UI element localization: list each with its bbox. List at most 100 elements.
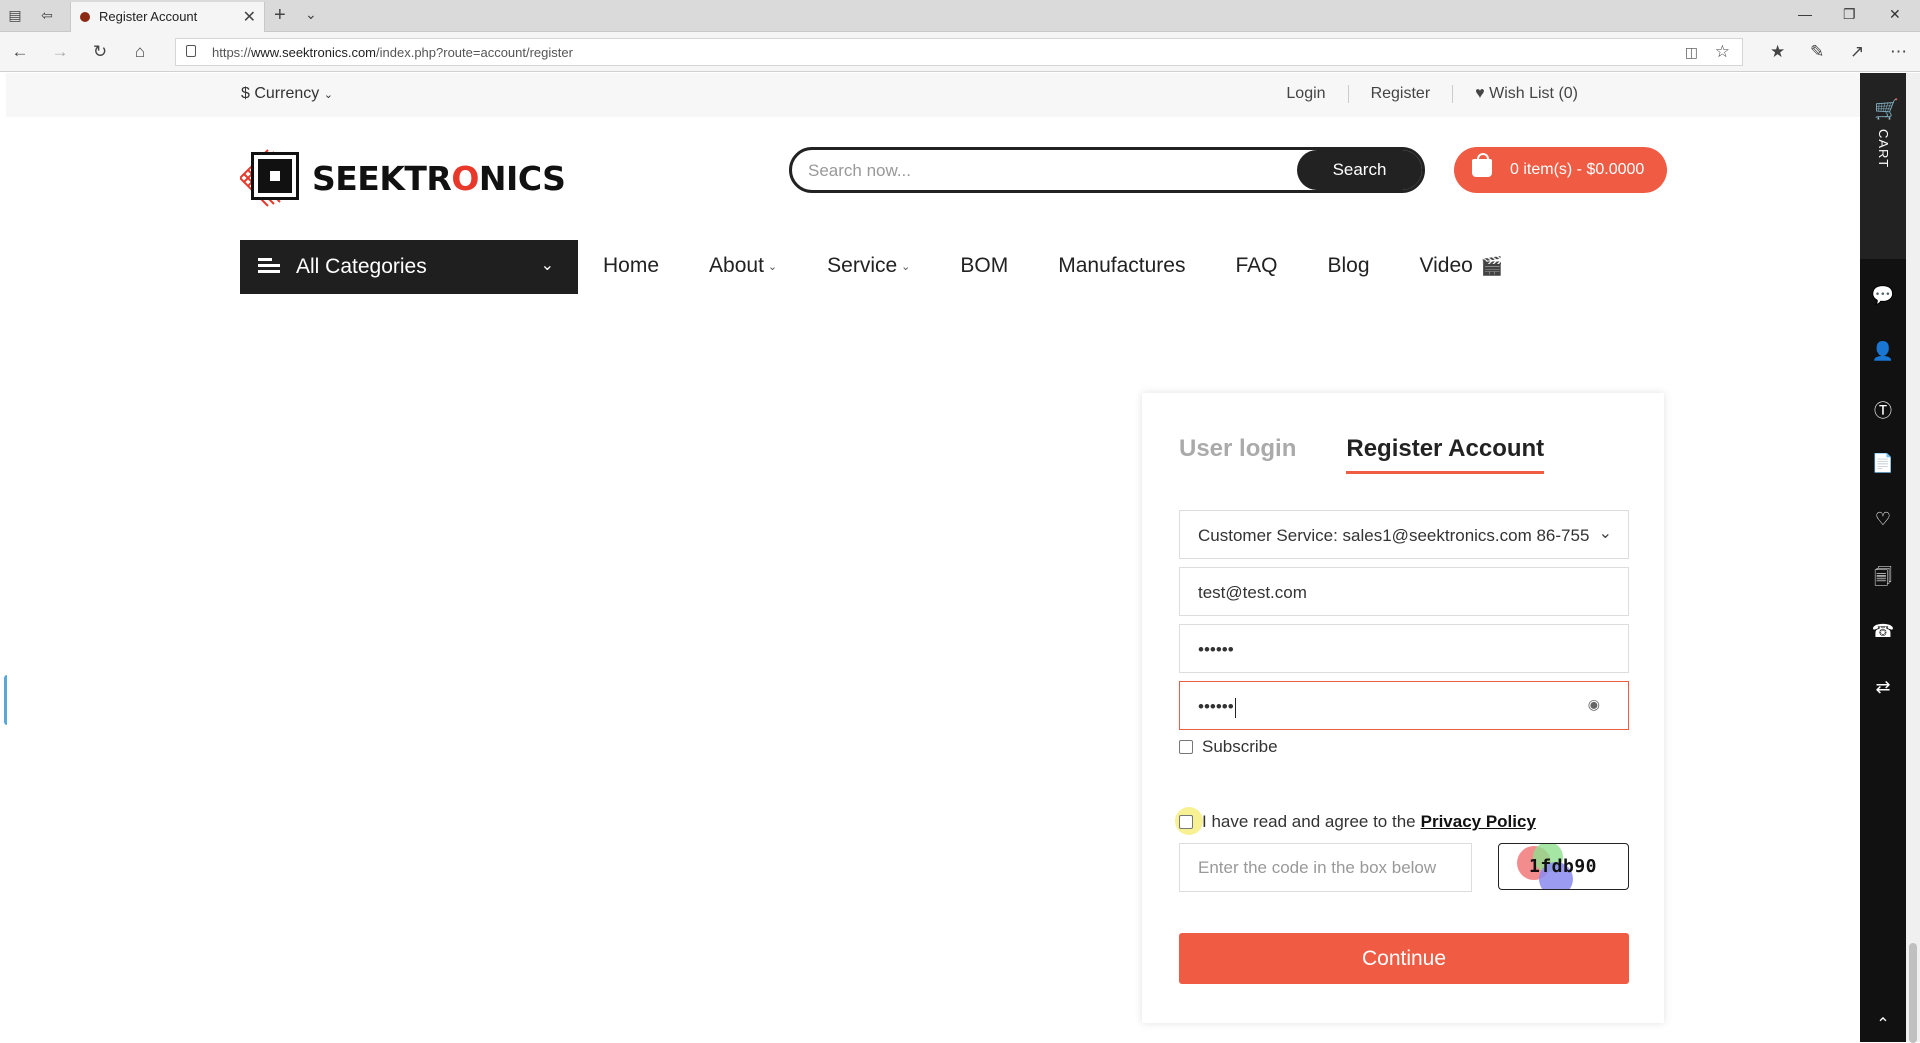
url-field[interactable]: https://www.seektronics.com/index.php?ro… bbox=[175, 38, 1743, 66]
nav-item-bom[interactable]: BOM bbox=[960, 254, 1008, 278]
sidebar-cart-label: CART bbox=[1876, 129, 1891, 169]
url-text: https://www.seektronics.com/index.php?ro… bbox=[212, 45, 573, 60]
scrollbar-thumb[interactable] bbox=[1909, 943, 1917, 1043]
page-scrollbar[interactable] bbox=[1906, 73, 1920, 1043]
compare-icon[interactable]: ⇄ bbox=[1860, 677, 1906, 698]
eye-icon[interactable]: ◉ bbox=[1588, 696, 1600, 713]
confirm-password-value: •••••• bbox=[1198, 697, 1236, 718]
nav-item-service[interactable]: Service ⌄ bbox=[827, 254, 910, 278]
all-categories-dropdown[interactable]: All Categories ⌄ bbox=[240, 240, 578, 294]
restore-icon[interactable]: ❐ bbox=[1843, 6, 1856, 23]
currency-dropdown[interactable]: $ Currency ⌄ bbox=[241, 85, 333, 103]
nav-item-faq[interactable]: FAQ bbox=[1235, 254, 1277, 278]
account-links: Login Register ♥ Wish List (0) bbox=[1264, 85, 1600, 103]
wishlist-link[interactable]: ♥ Wish List (0) bbox=[1453, 85, 1600, 103]
captcha-field[interactable] bbox=[1179, 843, 1472, 892]
register-card: User login Register Account Customer Ser… bbox=[1142, 393, 1664, 1023]
continue-button[interactable]: Continue bbox=[1179, 933, 1629, 984]
captcha-code: 1fdb90 bbox=[1529, 856, 1598, 877]
nav-item-about[interactable]: About ⌄ bbox=[709, 254, 777, 278]
shopping-bag-icon bbox=[1472, 153, 1492, 177]
left-edge-marker bbox=[4, 675, 10, 725]
register-link[interactable]: Register bbox=[1349, 85, 1453, 103]
new-tab-icon[interactable]: + bbox=[274, 4, 286, 27]
main-nav: Home About ⌄ Service ⌄ BOM Manufactures FA… bbox=[603, 254, 1553, 278]
favorites-list-icon[interactable]: ★ bbox=[1770, 42, 1785, 62]
share-icon[interactable]: ↗ bbox=[1850, 42, 1864, 62]
tab-user-login[interactable]: User login bbox=[1179, 435, 1296, 474]
customer-service-value: Customer Service: sales1@seektronics.com… bbox=[1198, 526, 1590, 545]
logo-chip-icon bbox=[251, 152, 299, 200]
nav-item-video[interactable]: Video 🎬 bbox=[1420, 254, 1504, 278]
refresh-icon[interactable]: ↻ bbox=[90, 42, 110, 62]
nav-item-home[interactable]: Home bbox=[603, 254, 659, 278]
menu-icon bbox=[258, 258, 280, 274]
lock-icon bbox=[186, 45, 196, 57]
customer-service-select[interactable]: Customer Service: sales1@seektronics.com… bbox=[1179, 510, 1629, 559]
chevron-down-icon: ⌄ bbox=[323, 89, 333, 101]
search-input[interactable] bbox=[808, 158, 1248, 184]
subscribe-row: Subscribe bbox=[1179, 737, 1278, 757]
chevron-down-icon: ⌄ bbox=[767, 260, 778, 273]
user-icon[interactable]: 👤 bbox=[1860, 341, 1906, 362]
browser-tab-title: Register Account bbox=[99, 9, 198, 24]
sidebar-cart[interactable]: 🛒 CART bbox=[1860, 73, 1906, 259]
close-tab-icon[interactable]: ✕ bbox=[243, 7, 256, 27]
site-top-bar: $ Currency ⌄ Login Register ♥ Wish List … bbox=[6, 73, 1860, 117]
cart-icon: 🛒 bbox=[1874, 99, 1899, 121]
heart-icon[interactable]: ♡ bbox=[1860, 509, 1906, 530]
clapperboard-icon: 🎬 bbox=[1480, 255, 1504, 276]
cart-button[interactable]: 0 item(s) - $0.0000 bbox=[1454, 147, 1667, 193]
subscribe-label: Subscribe bbox=[1202, 737, 1278, 756]
chevron-down-icon: ⌄ bbox=[901, 260, 911, 273]
tab-register-account[interactable]: Register Account bbox=[1346, 435, 1545, 474]
favorite-star-icon[interactable]: ☆ bbox=[1715, 42, 1730, 62]
set-aside-tabs-icon[interactable]: ⇦ bbox=[38, 6, 56, 24]
nav-item-blog[interactable]: Blog bbox=[1327, 254, 1369, 278]
chat-icon[interactable]: 💬 bbox=[1860, 285, 1906, 306]
phone-icon[interactable]: ☎ bbox=[1860, 621, 1906, 642]
browser-tab[interactable]: Register Account ✕ bbox=[70, 2, 265, 32]
back-icon[interactable]: ← bbox=[10, 42, 30, 62]
reading-view-icon[interactable]: ◫ bbox=[1685, 44, 1698, 61]
privacy-policy-link[interactable]: Privacy Policy bbox=[1421, 812, 1536, 832]
form-tabs: User login Register Account bbox=[1179, 435, 1594, 474]
cart-summary: 0 item(s) - $0.0000 bbox=[1510, 161, 1645, 178]
site-logo[interactable]: SEEKTRONICS bbox=[240, 145, 566, 211]
dollar-icon[interactable]: Ⓣ bbox=[1860, 397, 1906, 423]
search-button[interactable]: Search bbox=[1297, 150, 1422, 190]
browser-address-bar: ← → ↻ ⌂ https://www.seektronics.com/inde… bbox=[0, 32, 1920, 72]
chevron-down-icon: ⌄ bbox=[540, 257, 554, 274]
window-close-icon[interactable]: ✕ bbox=[1889, 6, 1901, 23]
text-cursor bbox=[1234, 697, 1236, 718]
scroll-top-icon[interactable]: ⌃ bbox=[1860, 1014, 1906, 1034]
document-icon[interactable]: 📄 bbox=[1860, 453, 1906, 474]
password-value: •••••• bbox=[1198, 640, 1234, 659]
captcha-input[interactable] bbox=[1198, 858, 1458, 878]
logo-wordmark: SEEKTRONICS bbox=[312, 159, 566, 198]
minimize-icon[interactable]: — bbox=[1798, 6, 1812, 22]
nav-item-manufactures[interactable]: Manufactures bbox=[1058, 254, 1185, 278]
confirm-password-field[interactable]: •••••• ◉ bbox=[1179, 681, 1629, 730]
email-value: test@test.com bbox=[1198, 583, 1307, 602]
search-bar: Search bbox=[789, 147, 1425, 193]
tab-actions-icon[interactable]: ▤ bbox=[6, 6, 24, 24]
password-field[interactable]: •••••• bbox=[1179, 624, 1629, 673]
chevron-down-icon: ⌄ bbox=[1598, 525, 1612, 542]
home-icon[interactable]: ⌂ bbox=[130, 42, 150, 62]
agree-label: I have read and agree to the bbox=[1202, 812, 1416, 831]
invoice-icon[interactable]: 🗐 bbox=[1860, 565, 1906, 595]
pen-icon[interactable]: ✎ bbox=[1810, 42, 1824, 62]
right-sidebar: 🛒 CART 💬 👤 Ⓣ 📄 ♡ 🗐 ☎ ⇄ ⌃ bbox=[1860, 73, 1906, 1042]
more-icon[interactable]: ⋯ bbox=[1890, 42, 1907, 62]
subscribe-checkbox[interactable] bbox=[1179, 740, 1193, 754]
email-field[interactable]: test@test.com bbox=[1179, 567, 1629, 616]
tab-list-icon[interactable]: ⌄ bbox=[305, 6, 317, 23]
all-categories-label: All Categories bbox=[296, 255, 427, 278]
forward-icon[interactable]: → bbox=[50, 42, 70, 62]
login-link[interactable]: Login bbox=[1264, 85, 1347, 103]
heart-icon: ♥ bbox=[1475, 85, 1485, 102]
captcha-image[interactable]: 1fdb90 bbox=[1498, 843, 1629, 890]
agree-row: I have read and agree to the Privacy Pol… bbox=[1179, 812, 1536, 832]
agree-checkbox[interactable] bbox=[1179, 815, 1193, 829]
